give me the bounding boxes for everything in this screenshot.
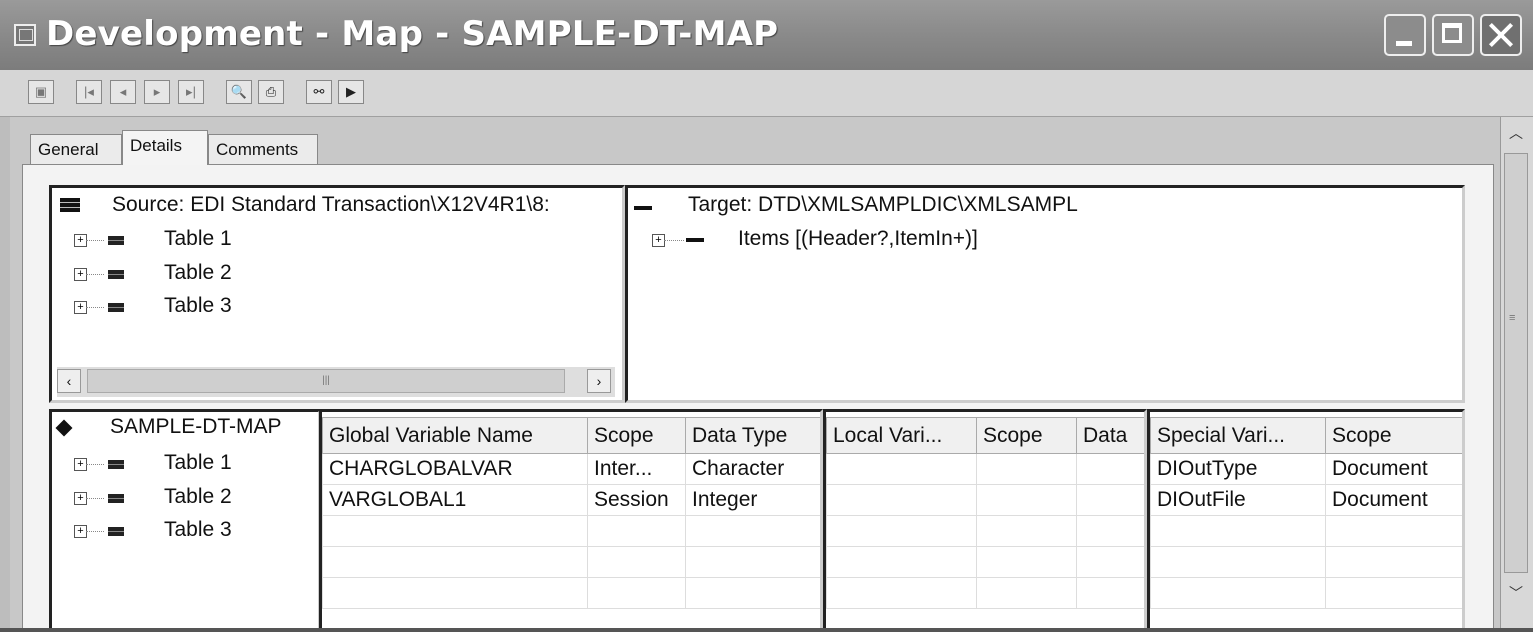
map-root[interactable]: SAMPLE-DT-MAP (110, 412, 282, 442)
column-header[interactable]: Special Vari... (1150, 417, 1326, 454)
special-variables-grid[interactable]: Special Vari... Scope DIOutType Document… (1147, 409, 1465, 631)
cell[interactable]: Integer (685, 484, 820, 516)
vertical-scrollbar[interactable]: ︿ ≡ ﹀ (1500, 117, 1533, 629)
horizontal-scrollbar[interactable]: ‹ ||| › (57, 367, 615, 397)
window-title: Development - Map - SAMPLE-DT-MAP (46, 14, 779, 54)
tree-item[interactable]: Table 3 (164, 515, 232, 545)
element-icon (686, 238, 704, 242)
target-root[interactable]: Target: DTD\XMLSAMPLDIC\XMLSAMPL (688, 190, 1078, 220)
minimize-button[interactable] (1384, 14, 1426, 56)
close-button[interactable] (1480, 14, 1522, 56)
cell[interactable]: Session (587, 484, 686, 516)
table-row[interactable]: DIOutFile Document (1150, 484, 1462, 516)
tree-item[interactable]: Table 2 (164, 258, 232, 288)
app-icon[interactable] (14, 24, 36, 46)
toolbar: ▣ |◂ ◂ ▸ ▸| 🔍 ⎙ ⚯ ▶ (0, 70, 1533, 117)
grip-icon: ≡ (1509, 312, 1516, 324)
table-row[interactable]: VARGLOBAL1 Session Integer (322, 484, 820, 516)
tree-item[interactable]: Table 1 (164, 448, 232, 478)
table-icon (108, 236, 124, 245)
column-header[interactable]: Global Variable Name (322, 417, 588, 454)
tab-general[interactable]: General (30, 134, 122, 164)
table-row[interactable]: CHARGLOBALVAR Inter... Character (322, 453, 820, 485)
first-record-icon[interactable]: |◂ (76, 80, 102, 104)
scroll-right-icon[interactable]: › (587, 369, 611, 393)
source-tree[interactable]: Source: EDI Standard Transaction\X12V4R1… (49, 185, 625, 403)
save-icon[interactable]: ▣ (28, 80, 54, 104)
tab-details[interactable]: Details (122, 130, 208, 165)
details-panel: Source: EDI Standard Transaction\X12V4R1… (22, 164, 1494, 631)
column-header[interactable]: Data Type (685, 417, 820, 454)
cell[interactable]: CHARGLOBALVAR (322, 453, 588, 485)
target-tree[interactable]: Target: DTD\XMLSAMPLDIC\XMLSAMPL + Items… (625, 185, 1465, 403)
table-icon (108, 494, 124, 503)
table-icon (108, 270, 124, 279)
last-record-icon[interactable]: ▸| (178, 80, 204, 104)
print-preview-icon[interactable]: 🔍 (226, 80, 252, 104)
scroll-up-icon[interactable]: ︿ (1504, 121, 1528, 145)
target-icon (634, 206, 652, 210)
cell[interactable]: DIOutFile (1150, 484, 1326, 516)
table-row[interactable]: DIOutType Document (1150, 453, 1462, 485)
column-header[interactable]: Data (1076, 417, 1144, 454)
column-header[interactable]: Local Vari... (826, 417, 977, 454)
maximize-button[interactable] (1432, 14, 1474, 56)
global-variables-grid[interactable]: Global Variable Name Scope Data Type CHA… (319, 409, 823, 631)
cell[interactable]: Document (1325, 484, 1462, 516)
next-record-icon[interactable]: ▸ (144, 80, 170, 104)
scroll-thumb[interactable] (1504, 153, 1528, 573)
cell[interactable]: Inter... (587, 453, 686, 485)
tab-comments[interactable]: Comments (208, 134, 318, 164)
bottom-border (0, 628, 1533, 632)
tree-item[interactable]: Table 3 (164, 291, 232, 321)
source-root[interactable]: Source: EDI Standard Transaction\X12V4R1… (112, 190, 550, 220)
tree-item[interactable]: Table 2 (164, 482, 232, 512)
column-header[interactable]: Scope (1325, 417, 1462, 454)
tree-item[interactable]: Items [(Header?,ItemIn+)] (738, 224, 978, 254)
source-icon (60, 198, 80, 212)
tree-item[interactable]: Table 1 (164, 224, 232, 254)
local-variables-grid[interactable]: Local Vari... Scope Data (823, 409, 1147, 631)
cell[interactable]: DIOutType (1150, 453, 1326, 485)
table-icon (108, 460, 124, 469)
scroll-down-icon[interactable]: ﹀ (1504, 581, 1528, 605)
title-bar: Development - Map - SAMPLE-DT-MAP (0, 0, 1533, 71)
map-fields-icon[interactable]: ⚯ (306, 80, 332, 104)
cell[interactable]: VARGLOBAL1 (322, 484, 588, 516)
map-icon (55, 419, 73, 437)
table-icon (108, 303, 124, 312)
table-icon (108, 527, 124, 536)
run-map-icon[interactable]: ▶ (338, 80, 364, 104)
cell[interactable]: Document (1325, 453, 1462, 485)
map-tree[interactable]: SAMPLE-DT-MAP + Table 1 + Table 2 + Tabl… (49, 409, 321, 631)
column-header[interactable]: Scope (587, 417, 686, 454)
print-icon[interactable]: ⎙ (258, 80, 284, 104)
scroll-thumb[interactable]: ||| (87, 369, 565, 393)
scroll-left-icon[interactable]: ‹ (57, 369, 81, 393)
previous-record-icon[interactable]: ◂ (110, 80, 136, 104)
column-header[interactable]: Scope (976, 417, 1077, 454)
cell[interactable]: Character (685, 453, 820, 485)
